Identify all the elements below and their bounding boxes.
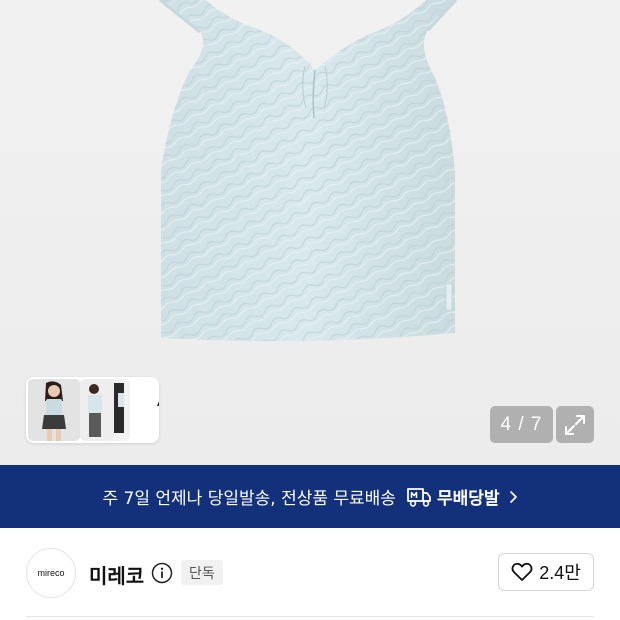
chevron-right-icon xyxy=(508,490,518,504)
heart-icon xyxy=(511,562,533,581)
banner-text: 주 7일 언제나 당일발송, 전상품 무료배송 xyxy=(102,489,396,509)
brand-row: mireco 미레코 단독 2.4만 xyxy=(0,528,620,620)
expand-icon xyxy=(565,414,585,435)
like-count: 2.4만 xyxy=(539,563,581,583)
exclusive-badge: 단독 xyxy=(181,560,223,585)
product-image-gallery[interactable]: AI 4 / 7 xyxy=(0,0,620,465)
ai-styling-card[interactable]: AI xyxy=(26,377,159,443)
expand-button[interactable] xyxy=(556,406,594,443)
ai-thumbnail-2 xyxy=(80,379,114,441)
divider xyxy=(26,616,594,617)
brand-name[interactable]: 미레코 xyxy=(89,560,144,589)
brand-logo[interactable]: mireco xyxy=(26,548,76,598)
ai-thumbnail-stack xyxy=(28,379,132,441)
ai-thumbnail-1 xyxy=(28,379,80,441)
image-counter: 4 / 7 xyxy=(490,406,553,443)
delivery-banner[interactable]: 주 7일 언제나 당일발송, 전상품 무료배송 무배당발 xyxy=(0,465,620,528)
like-button[interactable]: 2.4만 xyxy=(498,553,594,591)
brand-logo-text: mireco xyxy=(37,568,65,578)
info-icon[interactable] xyxy=(151,562,173,584)
delivery-truck-icon xyxy=(406,486,432,508)
product-detail-page: AI 4 / 7 주 7일 언제나 당일발송, 전상품 무료배송 무배당발 xyxy=(0,0,620,620)
banner-brand: 무배당발 xyxy=(436,489,500,509)
ai-label: AI xyxy=(157,391,159,411)
